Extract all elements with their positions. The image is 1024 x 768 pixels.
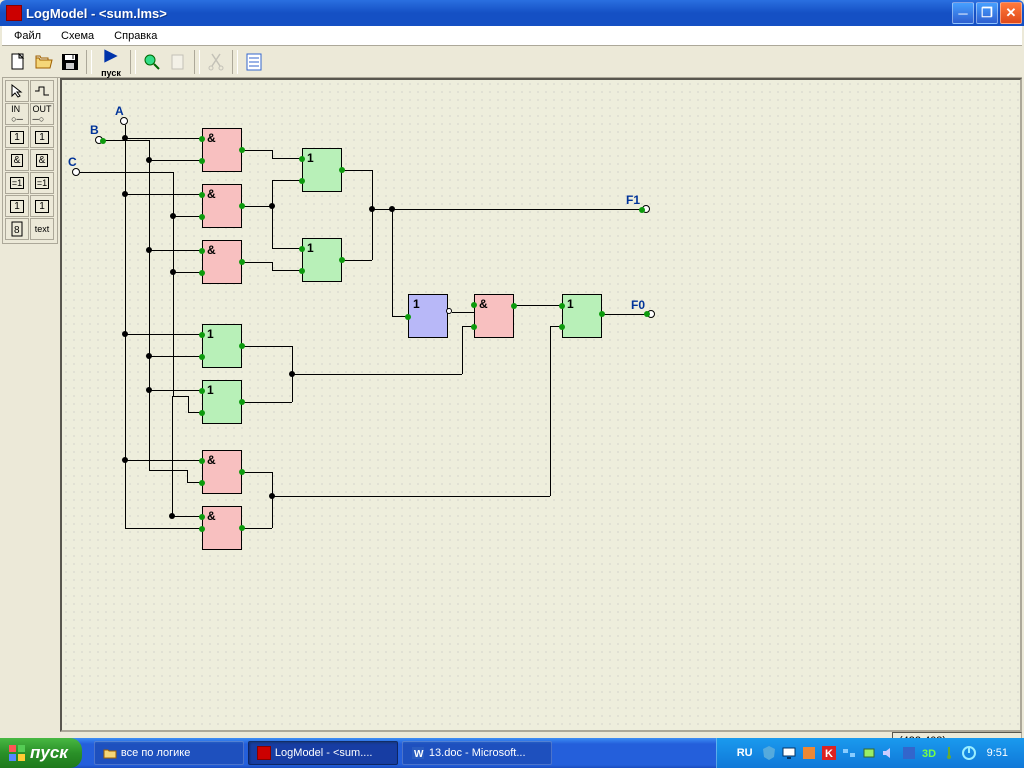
- wire: [125, 194, 202, 195]
- nor-tool[interactable]: 1: [30, 195, 54, 217]
- label-C: C: [68, 155, 77, 169]
- task-word[interactable]: W 13.doc - Microsoft...: [402, 741, 552, 765]
- svg-text:W: W: [414, 749, 424, 760]
- maximize-button[interactable]: ❐: [976, 2, 998, 24]
- wire: [125, 334, 202, 335]
- wire: [125, 125, 126, 528]
- gate-and-2[interactable]: &: [202, 184, 242, 228]
- tray-network-icon[interactable]: [841, 745, 857, 761]
- svg-text:8: 8: [14, 225, 20, 236]
- taskbar: пуск все по логике LogModel - <sum.... W…: [0, 738, 1024, 768]
- not-bubble: [446, 308, 452, 314]
- gate-or-5[interactable]: 1: [562, 294, 602, 338]
- label-A: A: [115, 104, 124, 118]
- wire: [173, 272, 202, 273]
- wire: [149, 356, 202, 357]
- zoom-button[interactable]: [140, 50, 164, 74]
- node: [100, 138, 106, 144]
- wire: [149, 250, 202, 251]
- menu-scheme[interactable]: Схема: [53, 28, 102, 44]
- tray-k-icon[interactable]: K: [821, 745, 837, 761]
- tray-shield-icon[interactable]: [761, 745, 777, 761]
- gate-or-3[interactable]: 1: [302, 148, 342, 192]
- gate-not-1[interactable]: 1: [408, 294, 448, 338]
- new-button[interactable]: [6, 50, 30, 74]
- svg-text:3D: 3D: [922, 748, 936, 760]
- menu-help[interactable]: Справка: [106, 28, 165, 44]
- buf-tool[interactable]: 1: [30, 126, 54, 148]
- wire: [173, 216, 202, 217]
- menubar: Файл Схема Справка: [2, 26, 1022, 46]
- canvas[interactable]: A B C F1 F0 & & & 1 1 & & 1 1 1: [62, 80, 1020, 730]
- tray-gfx2-icon[interactable]: 3D: [921, 745, 937, 761]
- tray-gfx-icon[interactable]: [901, 745, 917, 761]
- tray-monitor-icon[interactable]: [781, 745, 797, 761]
- label-F0: F0: [631, 298, 645, 312]
- port-C[interactable]: [72, 168, 80, 176]
- wire-tool[interactable]: [30, 80, 54, 102]
- or-tool[interactable]: 1: [5, 195, 29, 217]
- gate-or-2[interactable]: 1: [202, 380, 242, 424]
- xor-tool[interactable]: =1: [5, 172, 29, 194]
- minimize-button[interactable]: ─: [952, 2, 974, 24]
- wire: [173, 396, 188, 397]
- gate-or-1[interactable]: 1: [202, 324, 242, 368]
- wire: [149, 160, 202, 161]
- wire: [149, 470, 187, 471]
- list-button[interactable]: [242, 50, 266, 74]
- menu-file[interactable]: Файл: [6, 28, 49, 44]
- titlebar: LogModel - <sum.lms> ─ ❐ ✕: [0, 0, 1024, 26]
- in-tool[interactable]: IN○─: [5, 103, 29, 125]
- gate-or-4[interactable]: 1: [302, 238, 342, 282]
- save-button[interactable]: [58, 50, 82, 74]
- port-A[interactable]: [120, 117, 128, 125]
- tray-device-icon[interactable]: [861, 745, 877, 761]
- label-F1: F1: [626, 193, 640, 207]
- app-icon: [6, 5, 22, 21]
- label-B: B: [90, 123, 99, 137]
- tray-app-icon[interactable]: [801, 745, 817, 761]
- and-tool[interactable]: &: [5, 149, 29, 171]
- canvas-frame: A B C F1 F0 & & & 1 1 & & 1 1 1: [60, 78, 1022, 732]
- gate-and-4[interactable]: &: [202, 450, 242, 494]
- open-button[interactable]: [32, 50, 56, 74]
- start-button[interactable]: пуск: [0, 738, 82, 768]
- gate-and-1[interactable]: &: [202, 128, 242, 172]
- run-button[interactable]: пуск: [96, 50, 126, 74]
- toolbar: пуск: [2, 46, 1022, 78]
- tray-qt-icon[interactable]: [961, 745, 977, 761]
- wire: [173, 172, 174, 396]
- lang-indicator[interactable]: RU: [733, 747, 757, 759]
- clock[interactable]: 9:51: [981, 747, 1014, 759]
- close-button[interactable]: ✕: [1000, 2, 1022, 24]
- xnor-tool[interactable]: =1: [30, 172, 54, 194]
- task-logmodel[interactable]: LogModel - <sum....: [248, 741, 398, 765]
- tray-usb-icon[interactable]: [941, 745, 957, 761]
- wire: [125, 528, 202, 529]
- refresh-button: [166, 50, 190, 74]
- out-tool[interactable]: OUT─○: [30, 103, 54, 125]
- wire: [80, 172, 173, 173]
- task-folder[interactable]: все по логике: [94, 741, 244, 765]
- wire: [149, 390, 202, 391]
- window-title: LogModel - <sum.lms>: [26, 6, 952, 21]
- not-tool[interactable]: 1: [5, 126, 29, 148]
- tray-volume-icon[interactable]: [881, 745, 897, 761]
- cut-button: [204, 50, 228, 74]
- svg-text:K: K: [825, 748, 833, 760]
- gate-and-3[interactable]: &: [202, 240, 242, 284]
- wire: [149, 140, 150, 470]
- text-tool[interactable]: text: [30, 218, 54, 240]
- gate-and-6[interactable]: &: [474, 294, 514, 338]
- gate-and-5[interactable]: &: [202, 506, 242, 550]
- wire: [172, 516, 202, 517]
- wire: [125, 460, 202, 461]
- system-tray: RU K 3D 9:51: [716, 738, 1024, 768]
- nand-tool[interactable]: &: [30, 149, 54, 171]
- tool-palette: IN○─ OUT─○ 1 1 & & =1 =1 1 1 8 text: [2, 78, 58, 244]
- workarea: IN○─ OUT─○ 1 1 & & =1 =1 1 1 8 text A: [2, 78, 1022, 750]
- wire: [125, 138, 202, 139]
- display-tool[interactable]: 8: [5, 218, 29, 240]
- select-tool[interactable]: [5, 80, 29, 102]
